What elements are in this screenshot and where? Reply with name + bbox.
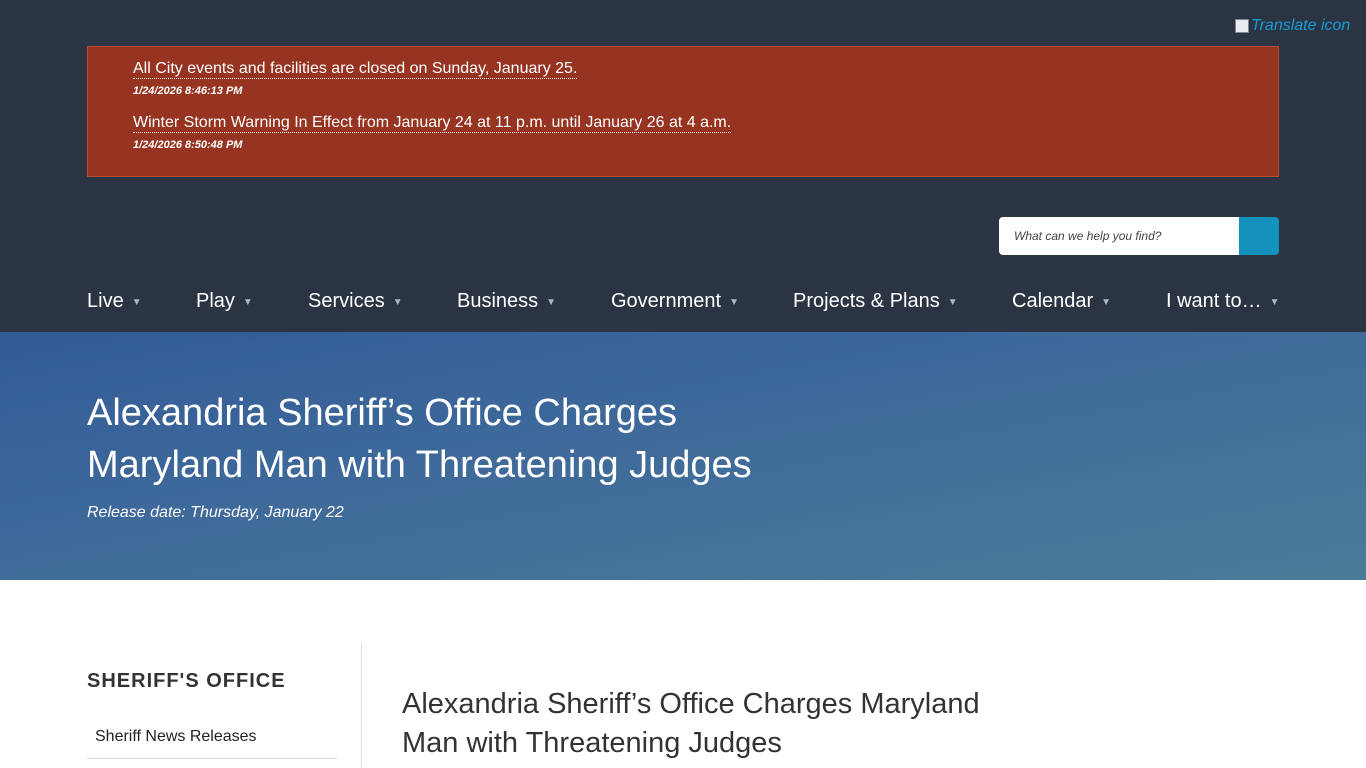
nav-item-play[interactable]: Play ▼ [196, 280, 253, 322]
nav-item-label: Live [87, 289, 124, 312]
site-search [999, 217, 1279, 255]
hero-banner: Alexandria Sheriff’s Office Charges Mary… [0, 332, 1366, 580]
nav-item-calendar[interactable]: Calendar ▼ [1012, 280, 1111, 322]
search-input[interactable] [999, 217, 1239, 255]
translate-link[interactable]: Translate icon [1235, 17, 1350, 35]
page-title: Alexandria Sheriff’s Office Charges Mary… [87, 392, 752, 486]
caret-down-icon: ▼ [131, 296, 142, 308]
sidebar: SHERIFF'S OFFICE Sheriff News Releases [87, 643, 362, 768]
article-title: Alexandria Sheriff’s Office Charges Mary… [402, 688, 980, 759]
caret-down-icon: ▼ [392, 296, 403, 308]
nav-item-label: Business [457, 289, 539, 312]
caret-down-icon: ▼ [546, 296, 557, 308]
nav-item-label: Projects & Plans [793, 289, 940, 312]
caret-down-icon: ▼ [1101, 296, 1112, 308]
sidebar-item-sheriff-news-releases[interactable]: Sheriff News Releases [87, 719, 337, 759]
nav-item-label: I want to… [1166, 289, 1262, 312]
nav-item-i-want-to[interactable]: I want to… ▼ [1166, 280, 1280, 322]
nav-item-label: Government [611, 289, 722, 312]
nav-item-live[interactable]: Live ▼ [87, 280, 142, 322]
nav-item-business[interactable]: Business ▼ [457, 280, 556, 322]
search-button[interactable] [1239, 217, 1279, 255]
nav-item-projects-plans[interactable]: Projects & Plans ▼ [793, 280, 958, 322]
release-date: Release date: Thursday, January 22 [87, 504, 344, 521]
sidebar-title: SHERIFF'S OFFICE [87, 670, 286, 692]
nav-item-label: Calendar [1012, 289, 1094, 312]
nav-item-label: Play [196, 289, 235, 312]
translate-icon [1235, 19, 1249, 33]
nav-item-government[interactable]: Government ▼ [611, 280, 739, 322]
alert-timestamp: 1/24/2026 8:50:48 PM [133, 139, 243, 151]
alert-timestamp: 1/24/2026 8:46:13 PM [133, 85, 243, 97]
site-header: Translate icon All City events and facil… [0, 0, 1366, 332]
main-nav: Live ▼ Play ▼ Services ▼ Business ▼ Gove… [87, 280, 1280, 322]
translate-icon-alt-text: Translate icon [1251, 17, 1351, 34]
alert-link[interactable]: All City events and facilities are close… [133, 59, 578, 79]
nav-item-services[interactable]: Services ▼ [308, 280, 403, 322]
nav-item-label: Services [308, 289, 385, 312]
alert-item: All City events and facilities are close… [133, 59, 1278, 97]
caret-down-icon: ▼ [1269, 296, 1280, 308]
alert-link[interactable]: Winter Storm Warning In Effect from Janu… [133, 113, 732, 133]
caret-down-icon: ▼ [947, 296, 958, 308]
alert-banner: All City events and facilities are close… [87, 46, 1279, 177]
alert-item: Winter Storm Warning In Effect from Janu… [133, 113, 1278, 151]
caret-down-icon: ▼ [242, 296, 253, 308]
caret-down-icon: ▼ [729, 296, 739, 308]
